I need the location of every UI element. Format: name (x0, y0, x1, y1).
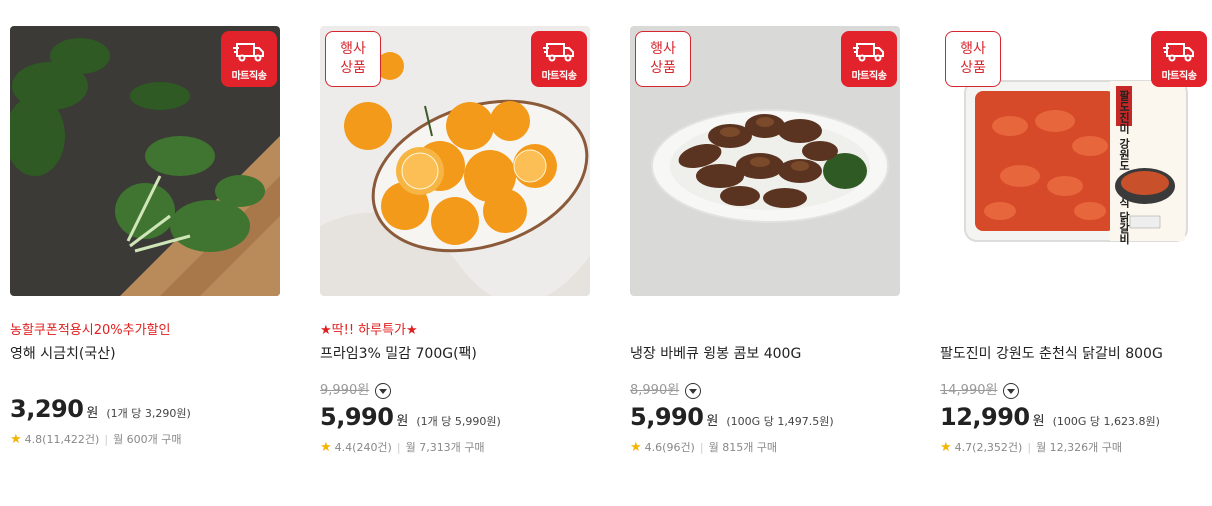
divider: | (104, 432, 109, 446)
star-icon: ★ (630, 439, 642, 455)
direct-delivery-badge: 마트직송 (1151, 31, 1207, 87)
product-thumbnail[interactable]: 마트직송 (10, 26, 280, 296)
chevron-down-icon[interactable] (375, 383, 392, 399)
product-card[interactable]: 팔도진미 강원도 춘천식 닭갈비 행사 상품 마트직송 팔도진미 강원도 춘천식… (940, 26, 1210, 455)
product-thumbnail[interactable]: 팔도진미 강원도 춘천식 닭갈비 행사 상품 마트직송 (940, 26, 1210, 296)
event-product-badge: 행사 상품 (945, 31, 1001, 87)
original-price: 14,990원 (940, 383, 998, 398)
rating-text: 4.8(11,422건) (24, 433, 100, 446)
sale-price: 3,290 (10, 395, 84, 423)
event-product-badge: 행사 상품 (635, 31, 691, 87)
rating-text: 4.6(96건) (644, 441, 695, 454)
product-thumbnail[interactable]: 행사 상품 마트직송 (630, 26, 900, 296)
monthly-purchases: 월 815개 구매 (708, 441, 778, 454)
star-icon: ★ (10, 431, 22, 447)
review-meta: ★ 4.7(2,352건) | 월 12,326개 구매 (940, 439, 1210, 455)
direct-delivery-label: 마트직송 (851, 71, 887, 82)
divider: | (1027, 440, 1032, 454)
chevron-down-icon[interactable] (685, 383, 702, 399)
product-name[interactable]: 팔도진미 강원도 춘천식 닭갈비 800G (940, 344, 1210, 364)
product-card[interactable]: 마트직송 농할쿠폰적용시20%추가할인 영해 시금치(국산) 3,290 원 (… (10, 26, 280, 447)
currency-label: 원 (86, 406, 99, 421)
product-card[interactable]: 행사 상품 마트직송 냉장 바베큐 윙봉 콤보 400G 8,990원 5,99… (630, 26, 900, 455)
unit-price: (1개 당 5,990원) (416, 415, 501, 428)
delivery-truck-icon (543, 43, 574, 62)
monthly-purchases: 월 600개 구매 (113, 433, 182, 446)
currency-label: 원 (706, 414, 719, 429)
delivery-truck-icon (1163, 43, 1194, 62)
price-row: 3,290 원 (1개 당 3,290원) (10, 395, 280, 423)
unit-price: (100G 당 1,623.8원) (1052, 415, 1160, 428)
unit-price: (100G 당 1,497.5원) (726, 415, 834, 428)
price-row: 12,990 원 (100G 당 1,623.8원) (940, 403, 1210, 431)
delivery-truck-icon (233, 43, 264, 62)
direct-delivery-label: 마트직송 (1161, 71, 1197, 82)
original-price-row: 14,990원 (940, 381, 1210, 401)
original-price-row: 8,990원 (630, 381, 900, 401)
event-product-badge: 행사 상품 (325, 31, 381, 87)
product-grid: 마트직송 농할쿠폰적용시20%추가할인 영해 시금치(국산) 3,290 원 (… (0, 0, 1212, 506)
product-name[interactable]: 영해 시금치(국산) (10, 344, 280, 364)
sale-price: 12,990 (940, 403, 1030, 431)
chevron-down-icon[interactable] (1003, 383, 1020, 399)
sale-price: 5,990 (630, 403, 704, 431)
package-label: 팔도진미 강원도 춘천식 닭갈비 (1118, 89, 1131, 245)
currency-label: 원 (1032, 414, 1045, 429)
divider: | (396, 440, 401, 454)
direct-delivery-badge: 마트직송 (841, 31, 897, 87)
rating-text: 4.7(2,352건) (954, 441, 1023, 454)
review-meta: ★ 4.8(11,422건) | 월 600개 구매 (10, 431, 280, 447)
rating-text: 4.4(240건) (334, 441, 392, 454)
delivery-truck-icon (853, 43, 884, 62)
star-icon: ★ (320, 439, 332, 455)
monthly-purchases: 월 7,313개 구매 (405, 441, 485, 454)
divider: | (699, 440, 704, 454)
direct-delivery-label: 마트직송 (541, 71, 577, 82)
promo-text (630, 322, 900, 340)
promo-text (940, 322, 1210, 340)
monthly-purchases: 월 12,326개 구매 (1036, 441, 1123, 454)
unit-price: (1개 당 3,290원) (106, 407, 191, 420)
direct-delivery-badge: 마트직송 (221, 31, 277, 87)
price-row: 5,990 원 (100G 당 1,497.5원) (630, 403, 900, 431)
review-meta: ★ 4.4(240건) | 월 7,313개 구매 (320, 439, 590, 455)
original-price-row: 9,990원 (320, 381, 590, 401)
product-thumbnail[interactable]: 행사 상품 마트직송 (320, 26, 590, 296)
star-icon: ★ (940, 439, 952, 455)
product-name[interactable]: 프라임3% 밀감 700G(팩) (320, 344, 590, 364)
price-row: 5,990 원 (1개 당 5,990원) (320, 403, 590, 431)
direct-delivery-label: 마트직송 (231, 71, 267, 82)
product-name[interactable]: 냉장 바베큐 윙봉 콤보 400G (630, 344, 900, 364)
original-price: 8,990원 (630, 383, 680, 398)
sale-price: 5,990 (320, 403, 394, 431)
direct-delivery-badge: 마트직송 (531, 31, 587, 87)
review-meta: ★ 4.6(96건) | 월 815개 구매 (630, 439, 900, 455)
promo-text: ★딱!! 하루특가★ (320, 323, 418, 338)
product-card[interactable]: 행사 상품 마트직송 ★딱!! 하루특가★ 프라임3% 밀감 700G(팩) 9… (320, 26, 590, 455)
original-price: 9,990원 (320, 383, 370, 398)
promo-text: 농할쿠폰적용시20%추가할인 (10, 323, 171, 338)
currency-label: 원 (396, 414, 409, 429)
